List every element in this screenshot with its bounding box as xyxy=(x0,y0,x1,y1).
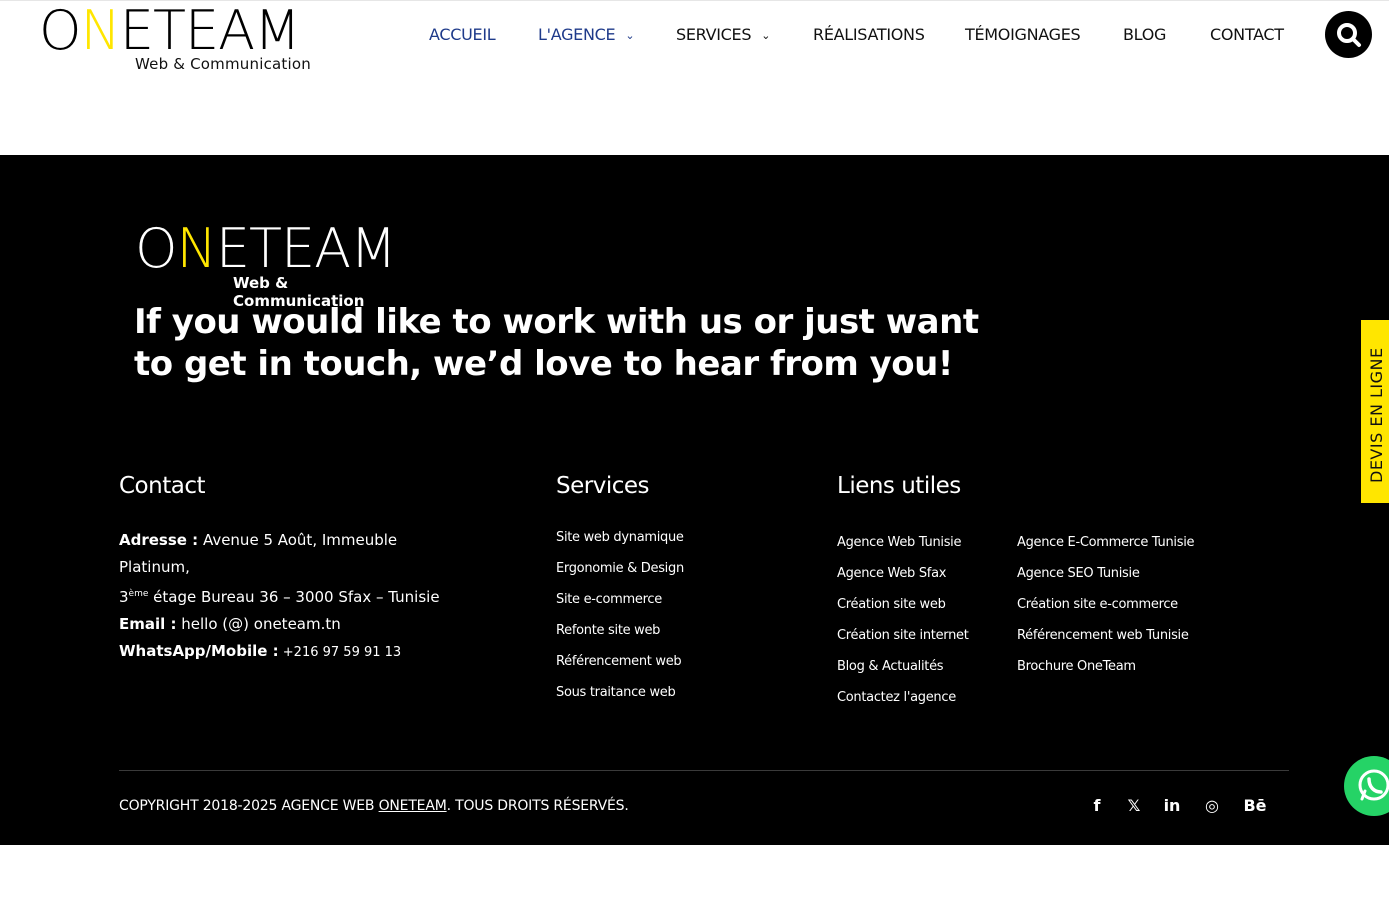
site-header: ONETEAM Web & Communication ACCUEIL L'AG… xyxy=(0,0,1389,155)
nav-realisations[interactable]: RÉALISATIONS xyxy=(813,25,925,44)
useful-link[interactable]: Brochure OneTeam xyxy=(1017,651,1194,682)
useful-link[interactable]: Contactez l'agence xyxy=(837,682,969,713)
footer-headline: If you would like to work with us or jus… xyxy=(134,302,979,384)
linkedin-icon[interactable]: in xyxy=(1161,795,1183,817)
copyright-text: COPYRIGHT 2018-2025 AGENCE WEB ONETEAM. … xyxy=(119,798,629,814)
footer-divider xyxy=(119,770,1289,771)
facebook-icon[interactable]: f xyxy=(1086,795,1108,817)
useful-link[interactable]: Blog & Actualités xyxy=(837,651,969,682)
address-line: Adresse : Avenue 5 Août, Immeuble Platin… xyxy=(119,531,398,576)
service-link[interactable]: Ergonomie & Design xyxy=(556,553,684,584)
main-nav: ACCUEIL L'AGENCE ⌄ SERVICES ⌄ RÉALISATIONS… xyxy=(0,25,1389,51)
contact-title: Contact xyxy=(119,473,205,499)
logo-tagline: Web & Communication xyxy=(135,55,311,73)
nav-blog[interactable]: BLOG xyxy=(1123,25,1166,44)
search-icon xyxy=(1337,23,1361,47)
footer-logo-wordmark: ONETEAM xyxy=(135,217,397,280)
useful-links-col2: Agence E-Commerce Tunisie Agence SEO Tun… xyxy=(1017,527,1195,682)
useful-link[interactable]: Référencement web Tunisie xyxy=(1017,620,1194,651)
services-list: Site web dynamique Ergonomie & Design Si… xyxy=(556,522,684,708)
useful-link[interactable]: Agence E-Commerce Tunisie xyxy=(1017,527,1195,558)
copyright-brand-link[interactable]: ONETEAM xyxy=(379,798,447,814)
useful-link[interactable]: Création site web xyxy=(837,589,969,620)
site-footer: ONETEAM Web & Communication If you would… xyxy=(0,155,1389,845)
instagram-icon[interactable]: ◎ xyxy=(1201,795,1223,817)
useful-links-title: Liens utiles xyxy=(837,473,961,499)
devis-en-ligne-tab[interactable]: DEVIS EN LIGNE xyxy=(1361,320,1389,503)
nav-temoignages[interactable]: TÉMOIGNAGES xyxy=(965,25,1081,44)
x-twitter-icon[interactable]: 𝕏 xyxy=(1123,795,1145,817)
service-link[interactable]: Site web dynamique xyxy=(556,522,684,553)
search-button[interactable] xyxy=(1325,11,1372,58)
whatsapp-icon xyxy=(1358,769,1389,801)
useful-link[interactable]: Création site e-commerce xyxy=(1017,589,1194,620)
nav-accueil[interactable]: ACCUEIL xyxy=(429,25,496,44)
chevron-down-icon: ⌄ xyxy=(625,29,635,42)
nav-contact[interactable]: CONTACT xyxy=(1210,25,1284,44)
useful-links-col1: Agence Web Tunisie Agence Web Sfax Créat… xyxy=(837,527,969,713)
address-line-2: 3ème étage Bureau 36 – 3000 Sfax – Tunis… xyxy=(119,588,440,606)
useful-link[interactable]: Agence Web Tunisie xyxy=(837,527,969,558)
service-link[interactable]: Référencement web xyxy=(556,646,684,677)
whatsapp-line[interactable]: WhatsApp/Mobile : +216 97 59 91 13 xyxy=(119,638,449,666)
service-link[interactable]: Site e-commerce xyxy=(556,584,684,615)
nav-services[interactable]: SERVICES ⌄ xyxy=(676,25,770,44)
behance-icon[interactable]: Bē xyxy=(1242,795,1268,817)
email-line[interactable]: Email : hello (@) oneteam.tn xyxy=(119,611,449,638)
useful-link[interactable]: Agence SEO Tunisie xyxy=(1017,558,1194,589)
page: ONETEAM Web & Communication ACCUEIL L'AG… xyxy=(0,0,1389,902)
footer-logo[interactable]: ONETEAM Web & Communication xyxy=(135,219,415,311)
service-link[interactable]: Sous traitance web xyxy=(556,677,684,708)
devis-tab-label: DEVIS EN LIGNE xyxy=(1367,347,1386,483)
useful-link[interactable]: Création site internet xyxy=(837,620,969,651)
service-link[interactable]: Refonte site web xyxy=(556,615,684,646)
contact-details: Adresse : Avenue 5 Août, Immeuble Platin… xyxy=(119,527,449,666)
useful-link[interactable]: Agence Web Sfax xyxy=(837,558,969,589)
chevron-down-icon: ⌄ xyxy=(761,29,771,42)
nav-agence[interactable]: L'AGENCE ⌄ xyxy=(538,25,635,44)
services-title: Services xyxy=(556,473,650,499)
